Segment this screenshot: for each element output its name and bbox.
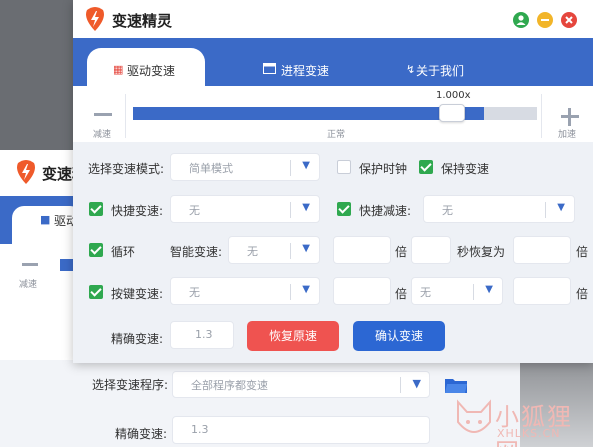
smart-speed-value: 无 <box>247 245 258 258</box>
times-label: 倍 <box>395 287 408 301</box>
minimize-icon <box>541 19 549 21</box>
normal-label: 正常 <box>327 130 346 140</box>
smart-times-input[interactable] <box>333 236 391 264</box>
smart-speed-label: 智能变速: <box>170 245 223 259</box>
confirm-speed-button[interactable]: 确认变速 <box>353 321 445 351</box>
mode-select[interactable]: 简单模式 ▼ <box>170 153 320 181</box>
select-divider <box>290 202 291 218</box>
mode-label: 选择变速模式: <box>88 162 165 176</box>
titlebar: 变速精灵 <box>73 0 593 38</box>
smart-speed-select[interactable]: 无 ▼ <box>228 236 320 264</box>
keep-speed-checkbox[interactable] <box>419 160 433 174</box>
slow-label: 减速 <box>93 130 112 140</box>
folder-icon[interactable] <box>444 376 468 394</box>
back-minus-icon[interactable] <box>22 263 38 266</box>
restore-after-label: 秒恢复为 <box>457 245 506 259</box>
back-precise-value: 1.3 <box>191 423 209 436</box>
times-label: 倍 <box>576 287 589 301</box>
restore-times-input[interactable] <box>513 236 571 264</box>
chevron-down-icon: ▼ <box>557 202 565 213</box>
app-title: 变速精灵 <box>112 12 173 30</box>
chevron-down-icon: ▼ <box>302 243 310 254</box>
main-window: 变速精灵 ▦ 驱动变速 进程变速 ↯ 关于我们 减速 1.000x 正常 加速 … <box>73 0 593 363</box>
save-icon: ■ <box>40 213 51 226</box>
key-modifier-value: 无 <box>420 286 431 299</box>
chevron-down-icon: ▼ <box>302 284 310 295</box>
precise-input[interactable]: 1.3 <box>170 321 234 349</box>
user-icon <box>516 15 526 25</box>
chevron-down-icon: ▼ <box>485 284 493 295</box>
protect-clock-checkbox[interactable] <box>337 160 351 174</box>
key-modifier-select[interactable]: 无 ▼ <box>411 277 503 305</box>
close-icon <box>565 16 573 24</box>
program-select[interactable]: 全部程序都变速 ▼ <box>172 371 430 398</box>
user-button[interactable] <box>513 12 529 28</box>
logo-icon <box>17 160 35 184</box>
select-divider <box>290 160 291 176</box>
key-speed-select[interactable]: 无 ▼ <box>170 277 320 305</box>
keep-speed-label: 保持变速 <box>441 162 490 176</box>
select-divider <box>290 284 291 300</box>
chevron-down-icon: ▼ <box>302 202 310 213</box>
loop-label: 循环 <box>111 245 136 259</box>
chevron-down-icon: ▼ <box>302 160 310 171</box>
precise-value: 1.3 <box>195 328 213 341</box>
tab-drive-speed-label[interactable]: 驱动变速 <box>127 62 175 79</box>
select-divider <box>400 377 401 393</box>
fast-speed-checkbox[interactable] <box>89 202 103 216</box>
tab-about-label[interactable]: 关于我们 <box>416 62 464 79</box>
plus-icon[interactable] <box>561 108 579 126</box>
times-label: 倍 <box>576 245 589 259</box>
fast-speed-label: 快捷变速: <box>111 204 164 218</box>
divider <box>541 94 542 138</box>
fox-logo-icon <box>457 399 491 433</box>
divider <box>125 94 126 138</box>
program-select-value: 全部程序都变速 <box>191 379 268 392</box>
close-button[interactable] <box>561 12 577 28</box>
back-slow-label: 减速 <box>19 280 38 290</box>
lightning-icon: ↯ <box>406 63 416 76</box>
mode-select-value: 简单模式 <box>189 162 233 175</box>
key-speed-checkbox[interactable] <box>89 285 103 299</box>
fast-label: 加速 <box>558 130 577 140</box>
fast-speed-value: 无 <box>189 204 200 217</box>
minimize-button[interactable] <box>537 12 553 28</box>
speed-panel: 减速 1.000x 正常 加速 <box>73 86 593 142</box>
watermark-url: XHLKS.CN <box>497 427 561 440</box>
key-restore-times-input[interactable] <box>513 277 571 305</box>
precise-label: 精确变速: <box>111 332 164 346</box>
key-speed-value: 无 <box>189 286 200 299</box>
speed-slider-fill <box>133 107 485 120</box>
fast-speed-select[interactable]: 无 ▼ <box>170 195 320 223</box>
key-speed-label: 按键变速: <box>111 287 164 301</box>
fast-slow-select[interactable]: 无 ▼ <box>423 195 575 223</box>
fast-slow-label: 快捷减速: <box>359 204 412 218</box>
chevron-down-icon: ▼ <box>412 377 421 390</box>
speed-value: 1.000x <box>436 90 471 101</box>
protect-clock-label: 保护时钟 <box>359 162 408 176</box>
window-icon <box>263 63 276 74</box>
key-times-input[interactable] <box>333 277 391 305</box>
restore-speed-button[interactable]: 恢复原速 <box>247 321 339 351</box>
back-precise-input[interactable]: 1.3 <box>172 416 430 444</box>
fast-slow-value: 无 <box>442 204 453 217</box>
speed-slider-knob[interactable] <box>439 104 466 122</box>
back-precise-label: 精确变速: <box>115 427 168 441</box>
select-divider <box>473 284 474 300</box>
minus-icon[interactable] <box>94 113 112 116</box>
times-label: 倍 <box>395 245 408 259</box>
seconds-input[interactable] <box>411 236 451 264</box>
fast-slow-checkbox[interactable] <box>337 202 351 216</box>
select-divider <box>290 243 291 259</box>
logo-icon <box>86 7 104 31</box>
save-icon: ▦ <box>113 63 124 76</box>
speed-slider[interactable] <box>133 104 537 122</box>
tab-process-speed-label[interactable]: 进程变速 <box>281 62 329 79</box>
program-label: 选择变速程序: <box>92 378 169 392</box>
select-divider <box>545 202 546 218</box>
loop-checkbox[interactable] <box>89 243 103 257</box>
